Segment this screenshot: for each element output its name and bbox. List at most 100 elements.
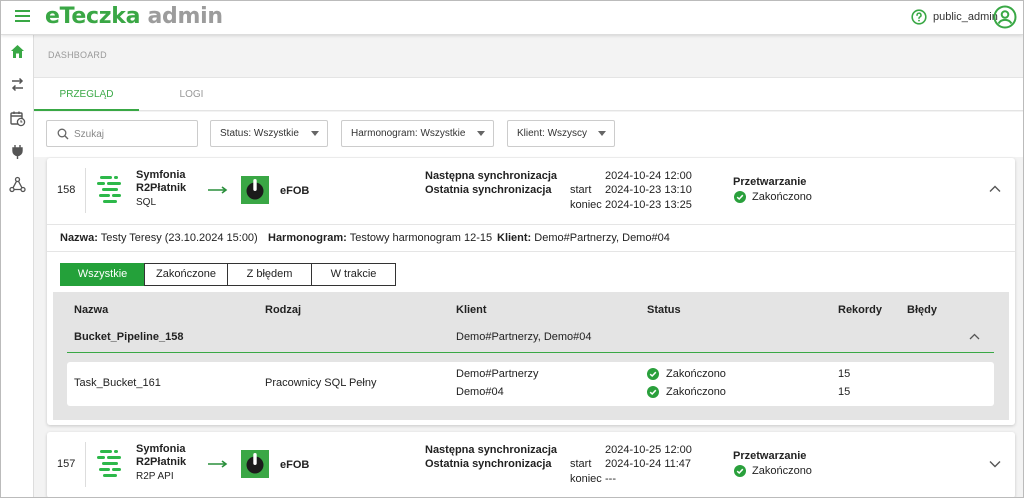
group-client: Demo#Partnerzy, Demo#04: [456, 331, 592, 343]
schedule-filter-label: Harmonogram: Wszystkie: [351, 128, 466, 139]
segment-completed[interactable]: Zakończone: [144, 263, 228, 286]
arrow-right-icon: [208, 460, 228, 468]
source-name-line2: R2Płatnik: [136, 456, 187, 468]
job-name-label: Nazwa:: [60, 232, 98, 244]
check-circle-icon: [647, 386, 659, 398]
tasks-table: Nazwa Rodzaj Klient Status Rekordy Błędy…: [53, 292, 1009, 420]
job-id: 157: [57, 458, 76, 470]
job-client-value: Demo#Partnerzy, Demo#04: [534, 232, 670, 244]
task-status-2: Zakończono: [666, 386, 726, 398]
schedule-icon[interactable]: [9, 110, 26, 127]
last-sync-start-value: 2024-10-23 13:10: [605, 184, 692, 196]
breadcrumb: DASHBOARD: [48, 50, 107, 60]
task-client-2: Demo#04: [456, 386, 504, 398]
job-client-field: Klient: Demo#Partnerzy, Demo#04: [497, 232, 670, 244]
plug-icon[interactable]: [9, 143, 26, 160]
status-filter-label: Status: Wszystkie: [220, 128, 299, 139]
last-sync-end-value: ---: [605, 473, 616, 485]
job-schedule-value: Testowy harmonogram 12-15: [349, 232, 493, 244]
job-card-158: 158 Symfonia R2Płatnik SQL eFOB Następna…: [47, 158, 1015, 425]
next-sync-label: Następna synchronizacja: [425, 444, 558, 456]
job-id: 158: [57, 184, 76, 196]
efob-logo-icon: [241, 450, 269, 478]
logo-part-1: eTeczka: [45, 4, 141, 29]
chevron-up-icon[interactable]: [989, 185, 1001, 193]
group-divider: [67, 352, 994, 353]
symfonia-logo-icon: [97, 450, 121, 477]
start-label: start: [570, 458, 592, 470]
group-name: Bucket_Pipeline_158: [74, 331, 184, 343]
source-type: SQL: [136, 197, 157, 208]
chevron-down-icon: [598, 131, 606, 136]
target-name: eFOB: [280, 459, 310, 471]
client-filter-label: Klient: Wszyscy: [517, 128, 588, 139]
chevron-down-icon: [477, 131, 485, 136]
divider: [85, 168, 86, 213]
menu-icon[interactable]: [15, 10, 30, 24]
task-records-2: 15: [838, 386, 851, 398]
home-icon[interactable]: [9, 43, 26, 60]
column-header-errors: Błędy: [907, 304, 937, 316]
app-logo[interactable]: eTeczka admin: [45, 4, 223, 29]
chevron-up-icon[interactable]: [969, 333, 980, 340]
task-type: Pracownicy SQL Pełny: [265, 377, 377, 389]
source-name-line2: R2Płatnik: [136, 182, 187, 194]
help-icon[interactable]: [911, 9, 927, 25]
target-name: eFOB: [280, 185, 310, 197]
column-header-client: Klient: [456, 304, 487, 316]
top-bar: eTeczka admin public_admin: [1, 1, 1023, 35]
job-client-label: Klient:: [497, 232, 532, 244]
source-name-line1: Symfonia: [136, 443, 186, 455]
chevron-down-icon[interactable]: [989, 460, 1001, 468]
last-sync-start-value: 2024-10-24 11:47: [605, 458, 692, 470]
chevron-down-icon: [311, 131, 319, 136]
table-row[interactable]: Task_Bucket_161 Pracownicy SQL Pełny Dem…: [67, 362, 994, 406]
task-client-1: Demo#Partnerzy: [456, 368, 539, 380]
source-name-line1: Symfonia: [136, 169, 186, 181]
efob-logo-icon: [241, 176, 269, 204]
network-icon[interactable]: [9, 176, 26, 193]
last-sync-end-value: 2024-10-23 13:25: [605, 199, 692, 211]
segment-with-error[interactable]: Z błędem: [227, 263, 312, 286]
side-navigation: [1, 35, 34, 497]
processing-label: Przetwarzanie: [733, 450, 807, 462]
search-icon: [57, 128, 69, 140]
account-icon[interactable]: [993, 5, 1017, 29]
task-status-1: Zakończono: [666, 368, 726, 380]
search-input[interactable]: [74, 125, 192, 143]
check-circle-icon: [734, 191, 746, 203]
column-header-status: Status: [647, 304, 681, 316]
sync-arrows-icon[interactable]: [9, 76, 26, 93]
job-name-field: Nazwa: Testy Teresy (23.10.2024 15:00): [60, 232, 258, 244]
next-sync-value: 2024-10-24 12:00: [605, 170, 692, 182]
last-sync-label: Ostatnia synchronizacja: [425, 184, 552, 196]
tab-przeglad[interactable]: PRZEGLĄD: [34, 78, 139, 111]
app-window: eTeczka admin public_admin DASHBOARD PRZ…: [0, 0, 1024, 498]
client-filter-dropdown[interactable]: Klient: Wszyscy: [507, 120, 615, 147]
segment-all[interactable]: Wszystkie: [60, 263, 145, 286]
job-schedule-field: Harmonogram: Testowy harmonogram 12-15: [268, 232, 492, 244]
search-box[interactable]: [46, 120, 198, 147]
schedule-filter-dropdown[interactable]: Harmonogram: Wszystkie: [341, 120, 494, 147]
status-filter-dropdown[interactable]: Status: Wszystkie: [210, 120, 328, 147]
filter-bar: Status: Wszystkie Harmonogram: Wszystkie…: [34, 112, 1023, 157]
next-sync-label: Następna synchronizacja: [425, 170, 558, 182]
task-name: Task_Bucket_161: [74, 377, 161, 389]
job-name-value: Testy Teresy (23.10.2024 15:00): [100, 232, 258, 244]
job-details-row: Nazwa: Testy Teresy (23.10.2024 15:00) H…: [47, 224, 1015, 252]
column-header-name: Nazwa: [74, 304, 109, 316]
end-label: koniec: [570, 473, 602, 485]
check-circle-icon: [647, 368, 659, 380]
job-card-157: 157 Symfonia R2Płatnik R2P API eFOB Nast…: [47, 432, 1015, 497]
username-label[interactable]: public_admin: [933, 11, 998, 23]
segment-in-progress[interactable]: W trakcie: [311, 263, 396, 286]
view-tabs: PRZEGLĄD LOGI: [34, 77, 1023, 111]
arrow-right-icon: [208, 186, 228, 194]
last-sync-label: Ostatnia synchronizacja: [425, 458, 552, 470]
symfonia-logo-icon: [97, 176, 121, 203]
check-circle-icon: [734, 465, 746, 477]
job-schedule-label: Harmonogram:: [268, 232, 347, 244]
divider: [85, 442, 86, 487]
tab-logi[interactable]: LOGI: [139, 78, 244, 111]
source-type: R2P API: [136, 471, 174, 482]
